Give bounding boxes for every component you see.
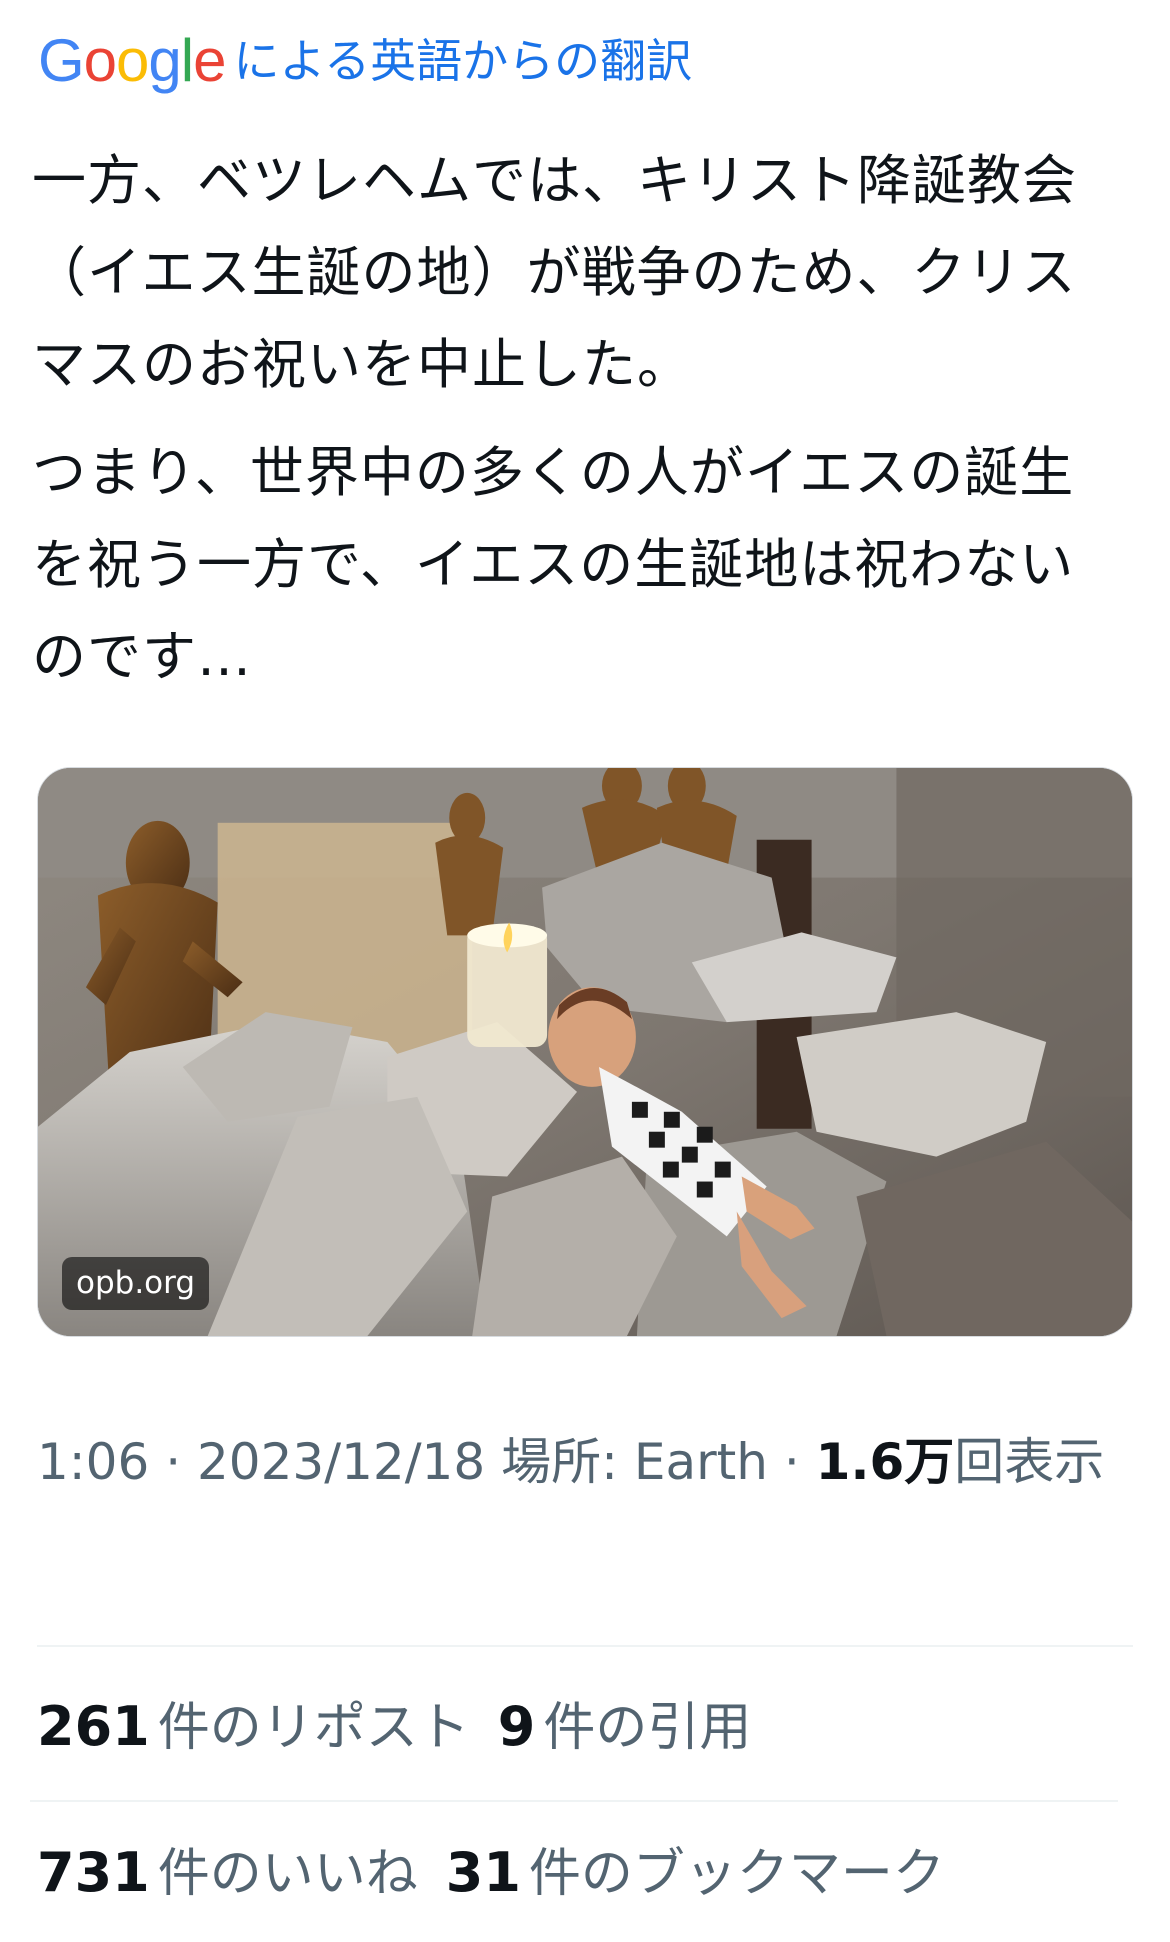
google-logo-letter-g1: G [38, 27, 85, 94]
media-card[interactable]: opb.org [37, 767, 1133, 1337]
google-logo-letter-e: e [193, 27, 226, 94]
view-count: 1.6万 [815, 1433, 955, 1491]
link-domain-badge: opb.org [62, 1257, 210, 1310]
meta-separator: · [165, 1433, 182, 1491]
stats-divider-bottom [30, 1800, 1118, 1802]
quote-count: 9 [497, 1695, 536, 1758]
bookmark-label: 件のブックマーク [528, 1844, 945, 1904]
google-logo-letter-o2: o [116, 27, 149, 94]
translation-label: による英語からの翻訳 [233, 34, 693, 88]
nativity-rubble-image [38, 768, 1132, 1336]
repost-stat[interactable]: 261 件のリポスト [37, 1695, 470, 1758]
quote-label: 件の引用 [543, 1698, 752, 1758]
like-label: 件のいいね [157, 1844, 418, 1904]
tweet-text: 一方、ベツレヘムでは、キリスト降誕教会（イエス生誕の地）が戦争のため、クリスマス… [32, 135, 1122, 719]
candle [467, 922, 548, 1048]
tweet-date[interactable]: 2023/12/18 [197, 1433, 485, 1491]
translation-attribution[interactable]: Google による英語からの翻訳 [38, 26, 692, 96]
tweet-location: Earth [633, 1433, 768, 1491]
bookmark-stat[interactable]: 31 件のブックマーク [445, 1841, 945, 1904]
repost-label: 件のリポスト [157, 1698, 470, 1758]
bookmark-count: 31 [445, 1841, 521, 1904]
tweet-paragraph-1: 一方、ベツレヘムでは、キリスト降誕教会（イエス生誕の地）が戦争のため、クリスマス… [32, 149, 1077, 396]
quote-stat[interactable]: 9 件の引用 [497, 1695, 752, 1758]
google-logo-letter-g2: g [148, 27, 181, 94]
google-logo: Google [38, 31, 227, 91]
location-prefix: 場所: [501, 1433, 618, 1491]
like-stat[interactable]: 731 件のいいね [37, 1841, 418, 1904]
engagement-stats-row-1: 261 件のリポスト 9 件の引用 [37, 1687, 751, 1767]
stats-divider-top [37, 1645, 1133, 1647]
view-count-label: 回表示 [954, 1433, 1105, 1491]
google-logo-letter-l: l [180, 27, 194, 94]
tweet-time[interactable]: 1:06 [37, 1433, 149, 1491]
tweet-meta: 1:06 · 2023/12/18 場所: Earth · 1.6万回表示 [37, 1408, 1127, 1516]
meta-separator-2: · [783, 1433, 800, 1491]
like-count: 731 [37, 1841, 150, 1904]
repost-count: 261 [37, 1695, 150, 1758]
google-logo-letter-o1: o [83, 27, 117, 94]
tweet-paragraph-2: つまり、世界中の多くの人がイエスの誕生を祝う一方で、イエスの生誕地は祝わないので… [32, 441, 1075, 688]
engagement-stats-row-2: 731 件のいいね 31 件のブックマーク [37, 1833, 945, 1913]
